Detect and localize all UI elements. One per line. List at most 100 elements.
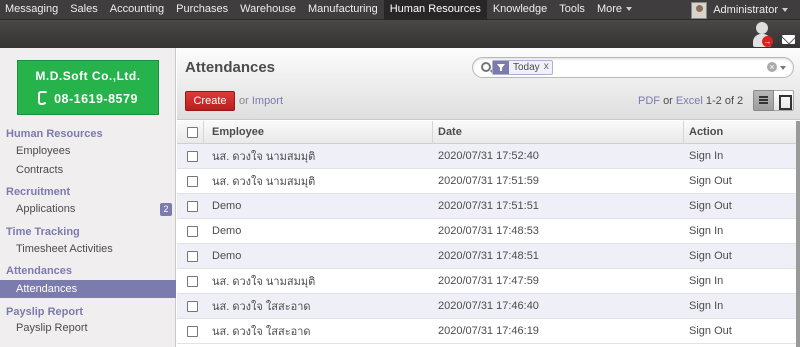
user-status-icon[interactable]: → [752,22,773,48]
chevron-down-icon[interactable] [780,66,786,70]
sidebar-section-human-resources[interactable]: Human Resources [6,128,103,140]
facet-value: Today [513,62,540,73]
header-strip [0,20,800,48]
logout-badge-icon: → [762,36,773,47]
sidebar-section-payslip-report[interactable]: Payslip Report [6,306,83,318]
row-checkbox[interactable] [187,300,198,312]
search-facet-filter[interactable]: Today x [492,60,553,75]
import-link[interactable]: Import [252,95,283,107]
clear-search-icon[interactable]: × [767,62,777,72]
cell-employee: นส. ดวงใจ นามสมมุติ [212,176,316,188]
cell-action: Sign Out [689,325,732,337]
row-checkbox[interactable] [187,325,198,337]
row-select-cell [187,219,198,243]
cell-action: Sign Out [689,250,732,262]
table-row[interactable]: นส. ดวงใจ ใสสะอาด 2020/07/31 17:46:19 Si… [177,319,800,344]
column-header-date[interactable]: Date [438,121,462,143]
select-all-checkbox[interactable] [187,126,198,138]
view-header: Attendances Today x × Create or Import P… [177,48,800,120]
export-and-pager: PDF or Excel 1-2 of 2 [638,95,743,107]
cell-employee: นส. ดวงใจ นามสมมุติ [212,276,316,288]
table-header: Employee Date Action [177,121,800,144]
table-row[interactable]: Demo 2020/07/31 17:48:53 Sign In [177,219,800,244]
menu-accounting[interactable]: Accounting [104,0,170,20]
pager-value[interactable]: 1-2 of 2 [706,95,743,107]
sidebar-item-timesheet-activities[interactable]: Timesheet Activities [16,243,113,255]
cell-date: 2020/07/31 17:51:51 [438,200,539,212]
sidebar-section-time-tracking[interactable]: Time Tracking [6,226,80,238]
sidebar-item-attendances[interactable]: Attendances [0,280,176,298]
menu-manufacturing[interactable]: Manufacturing [302,0,384,20]
sidebar-item-employees[interactable]: Employees [16,145,70,157]
menu-sales[interactable]: Sales [64,0,104,20]
row-select-cell [187,169,198,193]
row-select-cell [187,269,198,293]
row-select-cell [187,194,198,218]
facet-remove-button[interactable]: x [544,61,552,74]
menu-more-label: More [596,3,622,15]
menu-human-resources[interactable]: Human Resources [383,0,487,20]
menu-knowledge[interactable]: Knowledge [487,0,553,20]
cell-action: Sign In [689,150,724,162]
mail-icon[interactable] [782,35,795,44]
cell-date: 2020/07/31 17:46:19 [438,325,539,337]
column-divider [683,121,684,144]
table-row[interactable]: นส. ดวงใจ นามสมมุติ 2020/07/31 17:47:59 … [177,269,800,294]
import-action: or Import [239,95,283,107]
row-checkbox[interactable] [187,275,198,287]
row-select-cell [187,244,198,268]
cell-employee: นส. ดวงใจ ใสสะอาด [212,326,311,338]
select-all-cell [187,121,198,143]
menu-tools[interactable]: Tools [553,0,591,20]
row-checkbox[interactable] [187,150,198,162]
logo-company-name: M.D.Soft Co.,Ltd. [35,69,141,83]
excel-link[interactable]: Excel [676,95,703,107]
filter-icon [493,61,509,74]
search-box[interactable]: Today x × [472,57,794,78]
user-menu[interactable]: Administrator [691,0,788,20]
logo-phone-line: 08-1619-8579 [18,91,158,106]
row-checkbox[interactable] [187,200,198,212]
sidebar-section-recruitment[interactable]: Recruitment [6,186,70,198]
cell-action: Sign In [689,275,724,287]
company-logo: M.D.Soft Co.,Ltd. 08-1619-8579 [17,60,159,115]
row-select-cell [187,294,198,318]
scrollbar[interactable] [796,121,800,347]
table-row[interactable]: Demo 2020/07/31 17:51:51 Sign Out [177,194,800,219]
top-menu-bar: Messaging Sales Accounting Purchases War… [0,0,800,20]
column-header-action[interactable]: Action [689,121,723,143]
search-icon [481,62,491,72]
cell-action: Sign In [689,300,724,312]
sidebar-section-attendances[interactable]: Attendances [6,265,72,277]
create-button[interactable]: Create [185,91,235,111]
menu-warehouse[interactable]: Warehouse [234,0,302,20]
pdf-link[interactable]: PDF [638,95,660,107]
cell-employee: Demo [212,250,242,262]
chevron-down-icon [782,8,788,12]
list-view-icon[interactable] [753,90,774,111]
table-row[interactable]: Demo 2020/07/31 17:48:51 Sign Out [177,244,800,269]
sidebar-item-payslip-report[interactable]: Payslip Report [16,322,88,334]
app-menu: Messaging Sales Accounting Purchases War… [0,0,638,20]
sidebar-item-applications[interactable]: Applications [16,203,75,215]
cell-date: 2020/07/31 17:52:40 [438,150,539,162]
or-text: or [663,95,673,107]
menu-messaging[interactable]: Messaging [0,0,64,20]
row-select-cell [187,144,198,168]
table-row[interactable]: นส. ดวงใจ นามสมมุติ 2020/07/31 17:51:59 … [177,169,800,194]
cell-date: 2020/07/31 17:48:53 [438,225,539,237]
phone-icon [38,91,49,105]
user-name: Administrator [713,4,778,16]
row-checkbox[interactable] [187,175,198,187]
chevron-down-icon [626,7,632,12]
menu-purchases[interactable]: Purchases [170,0,234,20]
column-header-employee[interactable]: Employee [212,121,264,143]
table-row[interactable]: นส. ดวงใจ นามสมมุติ 2020/07/31 17:52:40 … [177,144,800,169]
sidebar-item-contracts[interactable]: Contracts [16,164,63,176]
menu-more[interactable]: More [591,0,638,20]
row-checkbox[interactable] [187,225,198,237]
form-view-icon[interactable] [774,90,794,111]
sidebar: M.D.Soft Co.,Ltd. 08-1619-8579 Human Res… [0,48,176,347]
table-row[interactable]: นส. ดวงใจ ใสสะอาด 2020/07/31 17:46:40 Si… [177,294,800,319]
row-checkbox[interactable] [187,250,198,262]
